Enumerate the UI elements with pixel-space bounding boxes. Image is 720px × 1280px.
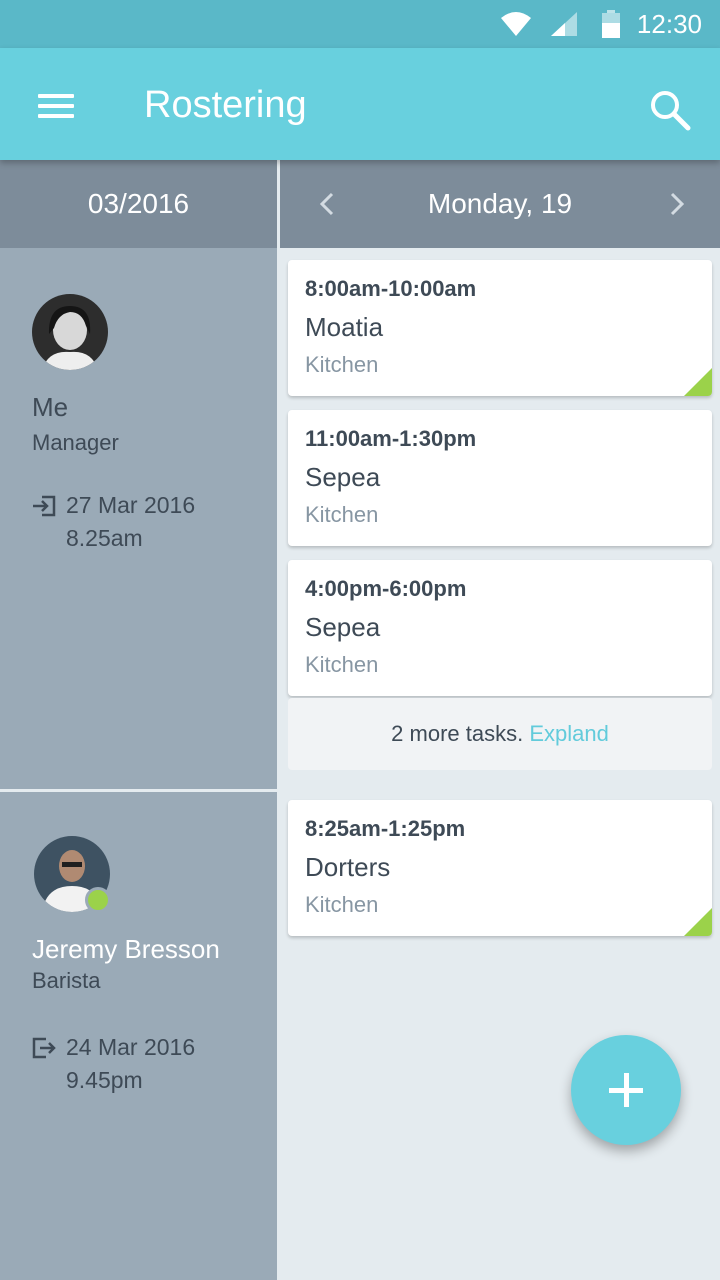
plus-icon-stroke — [624, 1073, 629, 1107]
month-selector[interactable]: 03/2016 — [0, 160, 277, 248]
shift-card[interactable]: 4:00pm-6:00pm Sepea Kitchen — [288, 560, 712, 696]
employee-name: Jeremy Bresson — [32, 934, 220, 964]
avatar[interactable] — [32, 294, 108, 370]
shift-time: 8:00am-10:00am — [305, 276, 477, 301]
clock-date: 24 Mar 2016 — [66, 1034, 196, 1060]
shift-area: Kitchen — [305, 352, 379, 377]
chevron-left-icon[interactable] — [316, 190, 340, 218]
more-tasks-text: 2 more tasks. — [391, 721, 524, 746]
wifi-icon — [501, 12, 531, 36]
page-title: Rostering — [144, 84, 307, 126]
shift-area: Kitchen — [305, 502, 379, 527]
signal-icon — [551, 12, 577, 36]
date-bar: 03/2016 Monday, 19 — [0, 160, 720, 248]
search-icon[interactable] — [648, 88, 692, 132]
shift-area: Kitchen — [305, 652, 379, 677]
clock-date: 27 Mar 2016 — [66, 492, 196, 518]
shift-location: Sepea — [305, 612, 381, 642]
status-corner-flag — [684, 368, 712, 396]
shift-location: Dorters — [305, 852, 391, 882]
employee-name: Me — [32, 392, 69, 422]
current-day: Monday, 19 — [427, 188, 573, 219]
online-status-indicator — [85, 887, 111, 913]
shift-card[interactable]: 8:00am-10:00am Moatia Kitchen — [288, 260, 712, 396]
employee-role: Barista — [32, 968, 101, 993]
status-corner-flag — [684, 908, 712, 936]
clock-out-icon — [32, 1037, 56, 1059]
chevron-right-icon[interactable] — [664, 190, 688, 218]
battery-icon — [602, 10, 620, 38]
shift-location: Sepea — [305, 462, 381, 492]
shift-area: Kitchen — [305, 892, 379, 917]
shift-card[interactable]: 8:25am-1:25pm Dorters Kitchen — [288, 800, 712, 936]
add-shift-button[interactable] — [571, 1035, 681, 1145]
row-divider — [0, 789, 720, 792]
clock-in-icon — [33, 495, 56, 517]
more-tasks-bar: 2 more tasks. Expland — [288, 698, 712, 770]
avatar-photo — [32, 294, 108, 370]
shift-location: Moatia — [305, 312, 384, 342]
clock-time: 8.25am — [66, 525, 143, 551]
shift-time: 4:00pm-6:00pm — [305, 576, 467, 601]
employee-role: Manager — [32, 430, 119, 455]
app-bar: Rostering — [0, 48, 720, 160]
shift-time: 11:00am-1:30pm — [305, 426, 477, 451]
menu-icon[interactable] — [38, 94, 74, 118]
status-time: 12:30 — [636, 9, 702, 39]
expand-link[interactable]: Expland — [529, 721, 609, 746]
clock-time: 9.45pm — [66, 1067, 143, 1093]
status-bar: 12:30 — [0, 0, 720, 48]
shift-card[interactable]: 11:00am-1:30pm Sepea Kitchen — [288, 410, 712, 546]
shift-time: 8:25am-1:25pm — [305, 816, 466, 841]
